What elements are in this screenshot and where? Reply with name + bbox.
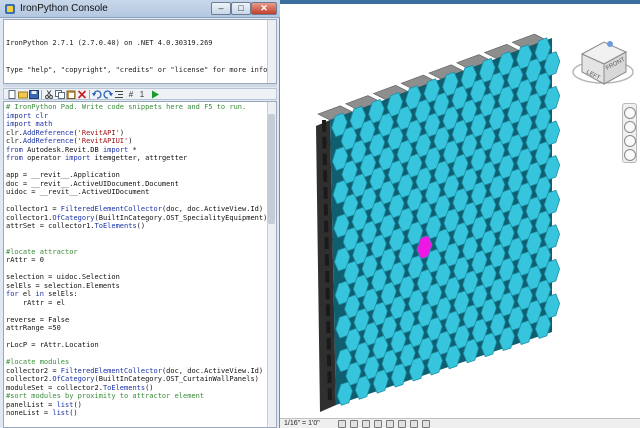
code-line[interactable]: attrRange =50 <box>6 324 268 333</box>
code-line[interactable] <box>6 265 268 274</box>
viewcube-home-icon[interactable] <box>607 41 613 47</box>
zoom-icon[interactable] <box>624 121 636 133</box>
detail-level-icon[interactable] <box>338 420 346 428</box>
navigation-bar <box>622 103 637 163</box>
code-line[interactable] <box>6 163 268 172</box>
code-editor[interactable]: # IronPython Pad. Write code snippets he… <box>3 101 277 428</box>
code-line[interactable]: doc = __revit__.ActiveUIDocument.Documen… <box>6 180 268 189</box>
cut-icon[interactable] <box>44 90 54 99</box>
new-file-icon[interactable] <box>7 90 17 99</box>
undo-icon[interactable] <box>92 90 102 99</box>
code-line[interactable]: for el in selEls: <box>6 290 268 299</box>
code-line[interactable] <box>6 350 268 359</box>
code-line[interactable]: reverse = False <box>6 316 268 325</box>
code-line[interactable]: moduleSet = collector2.ToElements() <box>6 384 268 393</box>
code-line[interactable]: collector2 = FilteredElementCollector(do… <box>6 367 268 376</box>
editor-scrollbar[interactable] <box>267 102 276 427</box>
code-line[interactable]: selection = uidoc.Selection <box>6 273 268 282</box>
shadows-icon[interactable] <box>374 420 382 428</box>
code-text[interactable]: # IronPython Pad. Write code snippets he… <box>6 103 268 418</box>
save-icon[interactable] <box>29 90 39 99</box>
code-line[interactable] <box>6 231 268 240</box>
pan-icon[interactable] <box>624 135 636 147</box>
minimize-button[interactable]: – <box>211 2 231 15</box>
indent-icon[interactable] <box>114 90 124 99</box>
code-line[interactable]: # IronPython Pad. Write code snippets he… <box>6 103 268 112</box>
paste-icon[interactable] <box>66 90 76 99</box>
code-line[interactable]: collector2.OfCategory(BuiltInCategory.OS… <box>6 375 268 384</box>
window-title: IronPython Console <box>20 3 108 14</box>
window-titlebar[interactable]: IronPython Console – □ ✕ <box>0 0 280 18</box>
console-scrollbar[interactable] <box>267 20 276 83</box>
delete-icon[interactable] <box>77 90 87 99</box>
code-line[interactable]: import clr <box>6 112 268 121</box>
code-line[interactable]: import math <box>6 120 268 129</box>
code-line[interactable]: rAttr = 0 <box>6 256 268 265</box>
comment-icon[interactable]: # <box>126 90 136 99</box>
code-line[interactable]: rAttr = el <box>6 299 268 308</box>
python-icon <box>5 4 15 14</box>
pane-splitter[interactable] <box>3 84 277 87</box>
run-count: 1 <box>139 90 145 99</box>
code-line[interactable]: #locate modules <box>6 358 268 367</box>
code-line[interactable]: from operator import itemgetter, attrget… <box>6 154 268 163</box>
open-icon[interactable] <box>18 90 28 99</box>
code-line[interactable]: collector1.OfCategory(BuiltInCategory.OS… <box>6 214 268 223</box>
lock-view-icon[interactable] <box>410 420 418 428</box>
viewcube[interactable]: LEFT FRONT <box>570 28 636 94</box>
code-line[interactable] <box>6 197 268 206</box>
editor-scroll-thumb[interactable] <box>268 114 275 224</box>
show-crop-icon[interactable] <box>398 420 406 428</box>
code-line[interactable]: collector1 = FilteredElementCollector(do… <box>6 205 268 214</box>
viewcube-icon[interactable]: LEFT FRONT <box>570 28 636 94</box>
code-line[interactable] <box>6 239 268 248</box>
redo-icon[interactable] <box>103 90 113 99</box>
code-line[interactable]: uidoc = __revit__.ActiveUIDocument <box>6 188 268 197</box>
code-line[interactable]: app = __revit__.Application <box>6 171 268 180</box>
view-scale[interactable]: 1/16" = 1'0" <box>284 419 320 428</box>
code-line[interactable]: rLocP = rAttr.Location <box>6 341 268 350</box>
console-line: Type "help", "copyright", "credits" or "… <box>6 66 277 74</box>
editor-toolbar: # 1 <box>3 88 277 100</box>
code-line[interactable] <box>6 333 268 342</box>
code-line[interactable]: from Autodesk.Revit.DB import * <box>6 146 268 155</box>
code-line[interactable]: noneList = list() <box>6 409 268 418</box>
code-line[interactable]: panelList = list() <box>6 401 268 410</box>
code-line[interactable]: clr.AddReference('RevitAPIUI') <box>6 137 268 146</box>
toolbar-separator <box>41 90 42 99</box>
sun-path-icon[interactable] <box>362 420 370 428</box>
ironpython-console-window: IronPython Console – □ ✕ IronPython 2.7.… <box>0 0 280 428</box>
code-line[interactable]: selEls = selection.Elements <box>6 282 268 291</box>
hide-isolate-icon[interactable] <box>422 420 430 428</box>
crop-view-icon[interactable] <box>386 420 394 428</box>
code-line[interactable] <box>6 307 268 316</box>
close-button[interactable]: ✕ <box>251 2 277 15</box>
screen: LEFT FRONT IronPython Console – □ ✕ Iron… <box>0 0 640 428</box>
view-control-bar: 1/16" = 1'0" <box>280 418 640 428</box>
visual-style-icon[interactable] <box>350 420 358 428</box>
maximize-button[interactable]: □ <box>231 2 251 15</box>
copy-icon[interactable] <box>55 90 65 99</box>
run-icon[interactable] <box>150 90 160 99</box>
orbit-icon[interactable] <box>624 149 636 161</box>
console-line: IronPython 2.7.1 (2.7.0.40) on .NET 4.0.… <box>6 39 213 47</box>
steering-wheel-icon[interactable] <box>624 107 636 119</box>
code-line[interactable]: #locate attractor <box>6 248 268 257</box>
code-line[interactable]: attrSet = collector1.ToElements() <box>6 222 268 231</box>
code-line[interactable]: clr.AddReference('RevitAPI') <box>6 129 268 138</box>
console-output[interactable]: IronPython 2.7.1 (2.7.0.40) on .NET 4.0.… <box>3 19 277 84</box>
toolbar-separator <box>89 90 90 99</box>
code-line[interactable]: #sort modules by proximity to attractor … <box>6 392 268 401</box>
